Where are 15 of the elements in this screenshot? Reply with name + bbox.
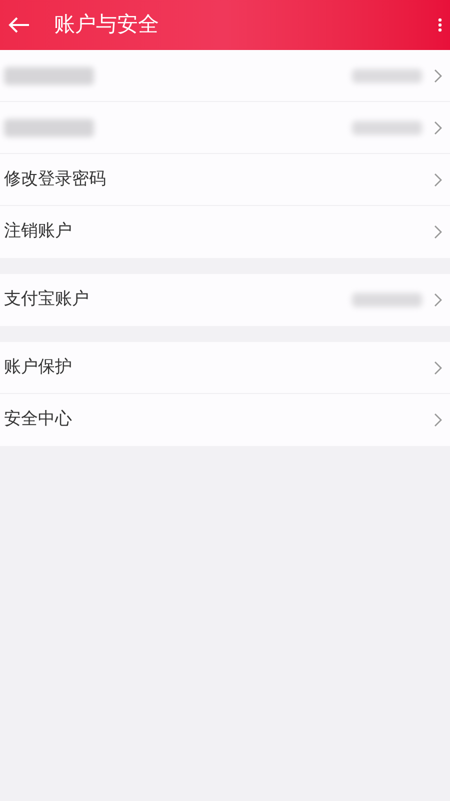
chevron-right-icon: [434, 172, 442, 186]
chevron-right-icon: [434, 68, 442, 82]
row-label: 修改登录密码: [4, 168, 106, 191]
row-label: 安全中心: [4, 408, 72, 432]
row-label: 账户保护: [4, 356, 72, 379]
more-icon[interactable]: [438, 18, 442, 32]
row-label: 注销账户: [4, 220, 72, 244]
chevron-right-icon: [434, 120, 442, 134]
chevron-right-icon: [434, 293, 442, 307]
back-arrow-icon[interactable]: [8, 16, 30, 34]
chevron-right-icon: [434, 225, 442, 239]
page-title: 账户与安全: [54, 11, 159, 38]
row-label: 支付宝账户: [4, 288, 89, 312]
chevron-right-icon: [434, 413, 442, 427]
chevron-right-icon: [434, 360, 442, 374]
